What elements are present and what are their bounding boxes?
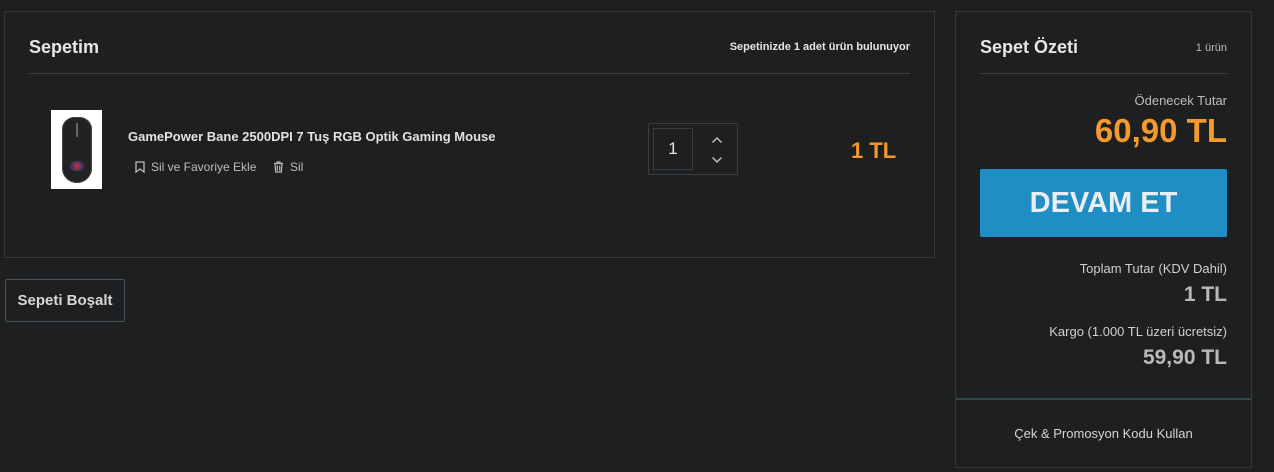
payable-label: Ödenecek Tutar xyxy=(1134,93,1228,108)
remove-label: Sil xyxy=(290,160,304,174)
trash-icon xyxy=(273,161,284,173)
remove-button[interactable]: Sil xyxy=(273,160,303,174)
cart-title: Sepetim xyxy=(29,37,100,57)
summary-item-count: 1 ürün xyxy=(1195,42,1227,54)
continue-button[interactable]: DEVAM ET xyxy=(980,169,1227,237)
promo-code-link[interactable]: Çek & Promosyon Kodu Kullan xyxy=(956,426,1251,441)
bookmark-icon xyxy=(135,161,145,173)
cart-header: Sepetim Sepetinizde 1 adet ürün bulunuyo… xyxy=(29,12,910,74)
mouse-product-icon xyxy=(61,116,92,183)
remove-and-favorite-button[interactable]: Sil ve Favoriye Ekle xyxy=(135,160,256,174)
total-label: Toplam Tutar (KDV Dahil) xyxy=(1079,261,1227,276)
product-name[interactable]: GamePower Bane 2500DPI 7 Tuş RGB Optik G… xyxy=(128,129,495,144)
item-price: 1 TL xyxy=(851,138,897,163)
payable-amount: 60,90 TL xyxy=(1094,112,1227,149)
order-summary-panel: Sepet Özeti 1 ürün Ödenecek Tutar 60,90 … xyxy=(955,11,1252,468)
shipping-label: Kargo (1.000 TL üzeri ücretsiz) xyxy=(1049,324,1227,339)
empty-cart-button[interactable]: Sepeti Boşalt xyxy=(5,279,125,322)
quantity-decrease-button[interactable] xyxy=(705,150,729,170)
chevron-down-icon xyxy=(711,151,723,169)
cart-count-suffix: adet ürün bulunuyor xyxy=(800,41,910,53)
cart-count-prefix: Sepetinizde xyxy=(729,41,794,53)
summary-title: Sepet Özeti xyxy=(980,37,1079,57)
chevron-up-icon xyxy=(711,131,723,149)
quantity-stepper xyxy=(648,123,738,175)
remove-and-favorite-label: Sil ve Favoriye Ekle xyxy=(151,160,257,174)
quantity-input[interactable] xyxy=(653,128,693,170)
summary-header: Sepet Özeti 1 ürün xyxy=(980,12,1227,74)
product-image[interactable] xyxy=(51,110,102,189)
cart-item-count: Sepetinizde 1 adet ürün bulunuyor xyxy=(730,41,910,53)
quantity-increase-button[interactable] xyxy=(705,130,729,150)
divider xyxy=(956,398,1251,400)
total-amount: 1 TL xyxy=(1183,283,1227,306)
shipping-amount: 59,90 TL xyxy=(1142,346,1227,369)
